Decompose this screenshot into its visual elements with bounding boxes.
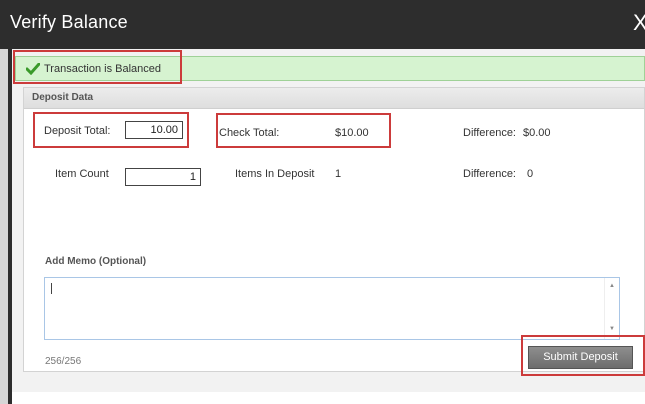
panel-header: Deposit Data xyxy=(24,88,644,109)
dialog-footer xyxy=(12,392,645,404)
status-highlight xyxy=(13,50,182,84)
difference-count-label: Difference: xyxy=(463,168,516,180)
items-in-deposit-label: Items In Deposit xyxy=(235,168,315,180)
difference-amount-label: Difference: xyxy=(463,127,516,139)
memo-scrollbar[interactable]: ▲ ▼ xyxy=(604,278,619,339)
title-bar: Verify Balance X xyxy=(0,0,645,49)
items-in-deposit-value: 1 xyxy=(335,168,342,180)
memo-char-counter: 256/256 xyxy=(45,356,82,367)
memo-label: Add Memo (Optional) xyxy=(45,256,147,267)
difference-count-value: 0 xyxy=(527,168,534,180)
check-total-highlight xyxy=(216,113,391,148)
dialog-body: Transaction is Balanced Deposit Data Dep… xyxy=(12,49,645,404)
deposit-total-highlight xyxy=(33,112,189,148)
window-left-edge xyxy=(0,49,12,404)
difference-amount-value: $0.00 xyxy=(523,127,551,139)
memo-textarea[interactable]: ▲ ▼ xyxy=(44,277,620,340)
scroll-down-icon[interactable]: ▼ xyxy=(609,326,615,332)
item-count-label: Item Count xyxy=(55,168,109,180)
submit-highlight xyxy=(521,335,645,376)
window-title: Verify Balance xyxy=(10,12,128,32)
item-count-input[interactable]: 1 xyxy=(125,168,201,186)
text-caret xyxy=(51,283,52,294)
scroll-up-icon[interactable]: ▲ xyxy=(609,283,615,289)
close-icon[interactable]: X xyxy=(633,10,645,36)
panel-title: Deposit Data xyxy=(32,92,94,103)
deposit-data-panel: Deposit Data Deposit Total: 10.00 Check … xyxy=(23,87,645,372)
